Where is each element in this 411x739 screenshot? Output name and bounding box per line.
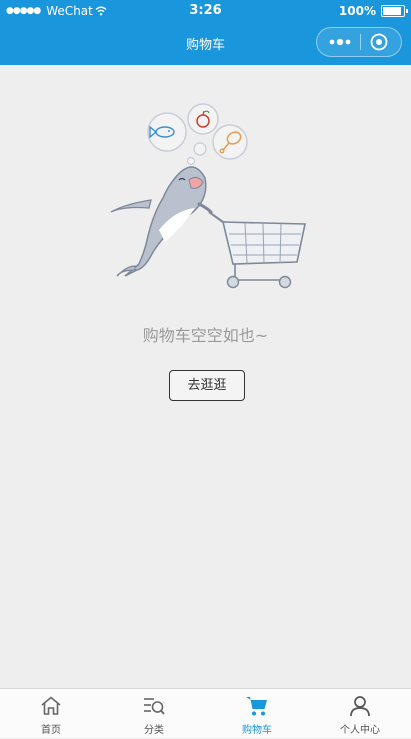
shopping-cart-drawing: [208, 211, 306, 289]
miniprogram-capsule: [316, 27, 402, 57]
empty-cart-illustration: [110, 103, 306, 289]
status-right: 100%: [338, 4, 408, 18]
home-icon: [41, 696, 61, 715]
tab-cart-label: 购物车: [242, 725, 272, 736]
tab-profile[interactable]: 个人中心: [309, 689, 411, 739]
empty-cart-message: 购物车空空如也~: [142, 326, 269, 345]
battery-icon: [381, 5, 408, 17]
capsule-divider: [360, 34, 361, 50]
battery-percent: 100%: [338, 4, 376, 18]
user-icon: [350, 696, 370, 717]
tab-profile-label: 个人中心: [340, 725, 380, 736]
tab-bar: 首页 分类 购物车 个人中心: [0, 688, 411, 738]
more-icon[interactable]: [325, 33, 355, 51]
close-miniprogram-icon[interactable]: [369, 32, 389, 52]
category-icon: [144, 698, 165, 715]
tab-home[interactable]: 首页: [0, 689, 102, 739]
tab-home-label: 首页: [41, 725, 61, 736]
thought-bubbles: [147, 103, 248, 166]
status-bar: ●●●●● WeChat 3:26 100%: [0, 0, 411, 22]
tab-category[interactable]: 分类: [103, 689, 205, 739]
tab-category-label: 分类: [144, 725, 164, 736]
cart-icon: [246, 697, 267, 716]
go-shopping-button[interactable]: 去逛逛: [169, 370, 245, 401]
battery-fill: [383, 7, 401, 15]
whale-character: [110, 166, 213, 277]
tab-cart[interactable]: 购物车: [206, 689, 308, 739]
navigation-bar: 购物车: [0, 22, 411, 65]
